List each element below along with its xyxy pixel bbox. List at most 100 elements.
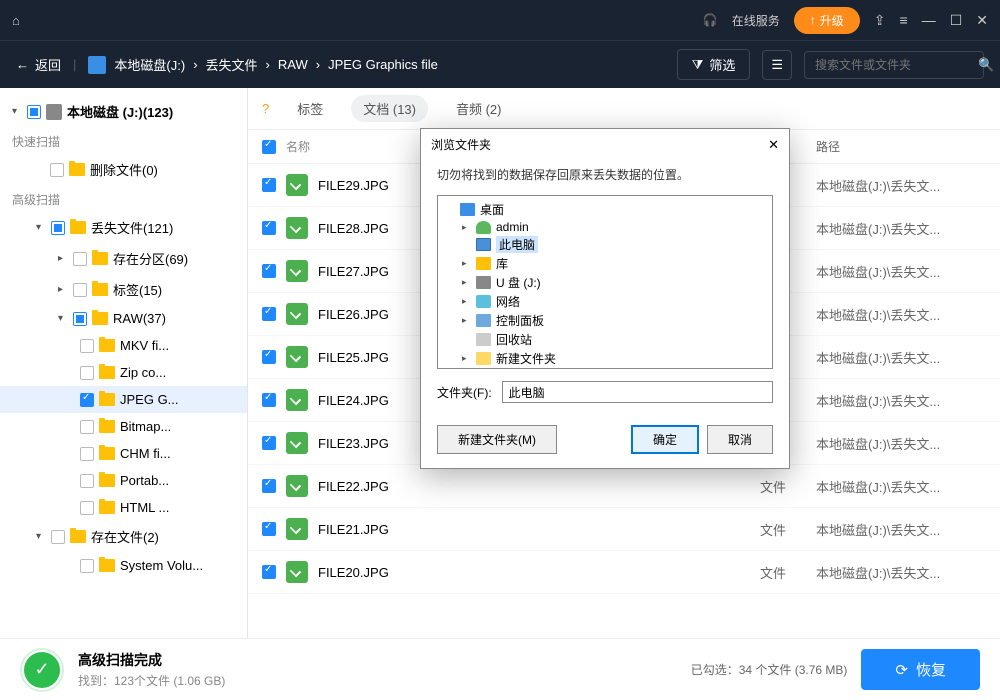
- minimize-button[interactable]: —: [922, 12, 936, 28]
- crumb-type[interactable]: JPEG Graphics file: [328, 57, 438, 72]
- folder-tree-item[interactable]: 此电脑: [440, 235, 770, 254]
- chevron-icon[interactable]: ▸: [462, 222, 471, 233]
- folder-tree-item[interactable]: ▸ admin: [440, 219, 770, 235]
- folder-label: 网络: [496, 293, 520, 310]
- folder-tree-item[interactable]: ▸ U 盘 (J:): [440, 273, 770, 292]
- search-input[interactable]: [815, 58, 970, 72]
- image-file-icon: [286, 174, 308, 196]
- checkbox[interactable]: [80, 393, 94, 407]
- file-path: 本地磁盘(J:)\丢失文...: [816, 434, 986, 453]
- recover-button[interactable]: ⟳恢复: [861, 649, 980, 690]
- folder-tree-item[interactable]: 回收站: [440, 330, 770, 349]
- chevron-icon[interactable]: ▸: [462, 258, 471, 269]
- folder-tree-item[interactable]: ▸ 网络: [440, 292, 770, 311]
- chevron-icon[interactable]: ▸: [462, 277, 471, 288]
- checkbox[interactable]: [80, 474, 94, 488]
- folder-label: admin: [496, 220, 529, 234]
- file-row[interactable]: FILE22.JPG 文件 本地磁盘(J:)\丢失文...: [248, 465, 1000, 508]
- folder-tree-item[interactable]: 桌面: [440, 200, 770, 219]
- folder-label: 回收站: [496, 331, 532, 348]
- file-checkbox[interactable]: [262, 565, 276, 579]
- file-checkbox[interactable]: [262, 522, 276, 536]
- file-type: 文件: [746, 520, 806, 539]
- crumb-disk[interactable]: 本地磁盘(J:): [114, 55, 185, 74]
- crumb-lost[interactable]: 丢失文件: [206, 55, 258, 74]
- browse-folder-dialog: 浏览文件夹 ✕ 切勿将找到的数据保存回原来丢失数据的位置。 桌面 ▸ admin…: [420, 128, 790, 469]
- maximize-button[interactable]: ☐: [950, 12, 963, 29]
- tree-raw-child[interactable]: HTML ...: [0, 494, 247, 521]
- tab-docs[interactable]: 文档 (13): [351, 95, 428, 122]
- file-checkbox[interactable]: [262, 221, 276, 235]
- crumb-raw[interactable]: RAW: [278, 57, 308, 72]
- tree-label: CHM fi...: [120, 446, 171, 461]
- checkbox[interactable]: [80, 501, 94, 515]
- dialog-close-button[interactable]: ✕: [768, 137, 779, 153]
- filter-button[interactable]: ⧩筛选: [677, 49, 751, 80]
- image-file-icon: [286, 561, 308, 583]
- tree-deleted[interactable]: 删除文件(0): [0, 154, 247, 185]
- upgrade-button[interactable]: ↑ 升级: [794, 7, 860, 34]
- file-path: 本地磁盘(J:)\丢失文...: [816, 262, 986, 281]
- chevron-icon[interactable]: ▸: [462, 353, 471, 364]
- home-icon[interactable]: ⌂: [12, 13, 20, 28]
- status-sub: 找到：123个文件 (1.06 GB): [78, 672, 225, 689]
- status-title: 高级扫描完成: [78, 650, 225, 670]
- file-checkbox[interactable]: [262, 436, 276, 450]
- file-name: FILE20.JPG: [318, 565, 736, 580]
- folder-tree-item[interactable]: ▸ 库: [440, 254, 770, 273]
- search-icon[interactable]: 🔍: [978, 57, 994, 73]
- checkbox[interactable]: [80, 420, 94, 434]
- checkbox[interactable]: [80, 447, 94, 461]
- file-row[interactable]: FILE20.JPG 文件 本地磁盘(J:)\丢失文...: [248, 551, 1000, 594]
- checkbox[interactable]: [80, 339, 94, 353]
- file-checkbox[interactable]: [262, 479, 276, 493]
- folder-field-label: 文件夹(F):: [437, 384, 492, 401]
- file-name: FILE22.JPG: [318, 479, 736, 494]
- share-icon[interactable]: ⇪: [874, 12, 886, 29]
- online-service-link[interactable]: 在线服务: [732, 12, 780, 29]
- tab-audio[interactable]: 音频 (2): [444, 95, 514, 122]
- tree-tags[interactable]: ▸标签(15): [0, 274, 247, 305]
- disk-icon: [88, 56, 106, 74]
- folder-tree-item[interactable]: ▸ 控制面板: [440, 311, 770, 330]
- tree-raw-child[interactable]: MKV fi...: [0, 332, 247, 359]
- file-checkbox[interactable]: [262, 178, 276, 192]
- folder-tree[interactable]: 桌面 ▸ admin 此电脑 ▸ 库 ▸ U 盘 (J:) ▸ 网络 ▸ 控制面…: [437, 195, 773, 369]
- tree-raw[interactable]: ▾RAW(37): [0, 305, 247, 332]
- tab-tags[interactable]: 标签: [285, 95, 335, 122]
- tree-root[interactable]: ▾本地磁盘 (J:)(123): [0, 96, 247, 127]
- tree-raw-child[interactable]: Zip co...: [0, 359, 247, 386]
- folder-field-input[interactable]: [502, 381, 773, 403]
- tree-lost[interactable]: ▾丢失文件(121): [0, 212, 247, 243]
- tree-sysvol[interactable]: System Volu...: [0, 552, 247, 579]
- menu-icon[interactable]: ≡: [900, 12, 908, 28]
- file-checkbox[interactable]: [262, 307, 276, 321]
- checkbox[interactable]: [80, 366, 94, 380]
- cancel-button[interactable]: 取消: [707, 425, 773, 454]
- tree-raw-child[interactable]: CHM fi...: [0, 440, 247, 467]
- col-path[interactable]: 路径: [816, 138, 986, 155]
- file-path: 本地磁盘(J:)\丢失文...: [816, 348, 986, 367]
- tree-raw-child[interactable]: Bitmap...: [0, 413, 247, 440]
- tree-exist-files[interactable]: ▾存在文件(2): [0, 521, 247, 552]
- folder-tree-item[interactable]: ▸ 新建文件夹: [440, 349, 770, 368]
- tree-raw-child[interactable]: Portab...: [0, 467, 247, 494]
- file-checkbox[interactable]: [262, 264, 276, 278]
- close-button[interactable]: ✕: [976, 12, 988, 29]
- back-button[interactable]: ← 返回: [16, 55, 61, 74]
- chevron-icon[interactable]: ▸: [462, 296, 471, 307]
- file-row[interactable]: FILE21.JPG 文件 本地磁盘(J:)\丢失文...: [248, 508, 1000, 551]
- info-icon[interactable]: ?: [262, 101, 269, 116]
- select-all-checkbox[interactable]: [262, 140, 276, 154]
- search-box[interactable]: 🔍: [804, 51, 984, 79]
- folder-label: U 盘 (J:): [496, 274, 541, 291]
- ok-button[interactable]: 确定: [631, 425, 699, 454]
- tree-raw-child[interactable]: JPEG G...: [0, 386, 247, 413]
- image-file-icon: [286, 217, 308, 239]
- file-checkbox[interactable]: [262, 393, 276, 407]
- chevron-icon[interactable]: ▸: [462, 315, 471, 326]
- tree-partition[interactable]: ▸存在分区(69): [0, 243, 247, 274]
- view-list-button[interactable]: ☰: [762, 50, 792, 80]
- file-checkbox[interactable]: [262, 350, 276, 364]
- new-folder-button[interactable]: 新建文件夹(M): [437, 425, 557, 454]
